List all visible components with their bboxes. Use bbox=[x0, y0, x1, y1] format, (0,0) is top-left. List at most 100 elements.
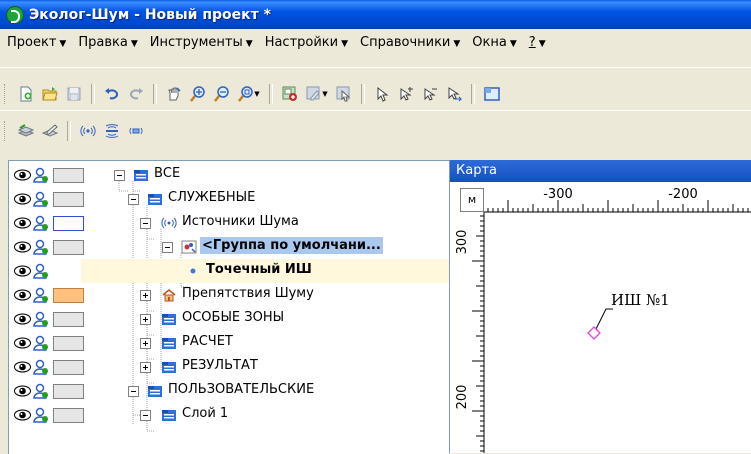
folder-icon bbox=[162, 314, 176, 325]
add-layer-button[interactable] bbox=[278, 83, 302, 105]
collapse-icon[interactable] bbox=[162, 241, 173, 253]
edit-access-icon[interactable] bbox=[33, 335, 49, 351]
properties-button[interactable] bbox=[332, 83, 356, 105]
menu-project[interactable]: Проект ▼ bbox=[0, 35, 71, 50]
edit-access-icon[interactable] bbox=[33, 359, 49, 375]
select-button[interactable] bbox=[370, 83, 394, 105]
menu-edit[interactable]: Правка ▼ bbox=[71, 35, 142, 50]
folder-icon bbox=[162, 362, 176, 373]
expand-icon[interactable] bbox=[140, 361, 151, 373]
toolbar-grip[interactable] bbox=[4, 121, 8, 141]
tree-row-special-zones[interactable]: ОСОБЫЕ ЗОНЫ bbox=[9, 307, 449, 331]
cursor-move-icon bbox=[448, 87, 462, 102]
expand-icon[interactable] bbox=[140, 337, 151, 349]
tree-row-service[interactable]: СЛУЖЕБНЫЕ bbox=[9, 187, 449, 211]
edit-access-icon[interactable] bbox=[33, 287, 49, 303]
menu-settings[interactable]: Настройки ▼ bbox=[258, 35, 353, 50]
expand-icon[interactable] bbox=[140, 289, 151, 301]
tree-row-user[interactable]: ПОЛЬЗОВАТЕЛЬСКИЕ bbox=[9, 379, 449, 403]
new-file-icon bbox=[20, 86, 32, 102]
save-button[interactable] bbox=[62, 83, 86, 105]
menu-help[interactable]: ? ▼ bbox=[522, 35, 551, 50]
noise-source-marker[interactable]: ИШ №1 bbox=[587, 291, 670, 340]
tree-row-result[interactable]: РЕЗУЛЬТАТ bbox=[9, 355, 449, 379]
visibility-eye-icon[interactable] bbox=[14, 265, 31, 277]
window-button[interactable] bbox=[480, 83, 504, 105]
zoom-dropdown-button[interactable]: ▼ bbox=[234, 83, 264, 105]
visibility-eye-icon[interactable] bbox=[14, 409, 31, 421]
tree-row-default-group[interactable]: <Группа по умолчани... bbox=[9, 235, 449, 259]
layers-tree-panel: ВСЕ СЛУЖЕБНЫЕ Источники Шума <Группа по умо… bbox=[8, 160, 449, 454]
open-folder-icon bbox=[42, 87, 58, 101]
menu-tools[interactable]: Инструменты ▼ bbox=[143, 35, 258, 50]
open-project-button[interactable] bbox=[38, 83, 62, 105]
edit-access-icon[interactable] bbox=[33, 407, 49, 423]
zoom-window-icon bbox=[238, 86, 254, 102]
pan-button[interactable] bbox=[162, 83, 186, 105]
edit-object-button[interactable]: ▼ bbox=[302, 83, 332, 105]
collapse-icon[interactable] bbox=[128, 385, 139, 397]
tree-row-obstacles[interactable]: Препятствия Шуму bbox=[9, 283, 449, 307]
visibility-eye-icon[interactable] bbox=[14, 313, 31, 325]
tree-row-all[interactable]: ВСЕ bbox=[9, 163, 449, 187]
layer-color-swatch[interactable] bbox=[53, 167, 84, 183]
map-canvas[interactable]: -300 -200 300 200 ИШ №1 bbox=[450, 182, 751, 453]
collapse-icon[interactable] bbox=[140, 217, 151, 229]
visibility-eye-icon[interactable] bbox=[14, 193, 31, 205]
layer-color-swatch[interactable] bbox=[53, 335, 84, 351]
visibility-eye-icon[interactable] bbox=[14, 241, 31, 253]
cursor-add-icon bbox=[400, 87, 413, 101]
expand-icon[interactable] bbox=[140, 313, 151, 325]
tree-row-layer-1[interactable]: Слой 1 bbox=[9, 403, 449, 427]
layers-stack-icon bbox=[18, 124, 34, 137]
new-project-button[interactable] bbox=[14, 83, 38, 105]
edit-access-icon[interactable] bbox=[33, 191, 49, 207]
redo-button[interactable] bbox=[124, 83, 148, 105]
edit-access-icon[interactable] bbox=[33, 383, 49, 399]
layers-stack-button[interactable] bbox=[14, 120, 38, 142]
add-point-button[interactable] bbox=[394, 83, 418, 105]
layer-color-swatch[interactable] bbox=[53, 359, 84, 375]
visibility-eye-icon[interactable] bbox=[14, 217, 31, 229]
hand-pan-icon bbox=[168, 87, 181, 101]
menu-bar: Проект ▼ Правка ▼ Инструменты ▼ Настройки ▼ … bbox=[0, 29, 751, 55]
edit-access-icon[interactable] bbox=[33, 167, 49, 183]
layer-color-swatch[interactable] bbox=[53, 287, 84, 303]
collapse-icon[interactable] bbox=[140, 409, 151, 421]
edit-access-icon[interactable] bbox=[33, 311, 49, 327]
layer-edit-button[interactable] bbox=[38, 120, 62, 142]
zoom-out-button[interactable] bbox=[210, 83, 234, 105]
tree-row-noise-sources[interactable]: Источники Шума bbox=[9, 211, 449, 235]
visibility-eye-icon[interactable] bbox=[14, 337, 31, 349]
tree-row-point-source[interactable]: Точечный ИШ bbox=[9, 259, 449, 283]
layer-color-swatch[interactable] bbox=[53, 311, 84, 327]
noise-line-button[interactable] bbox=[100, 120, 124, 142]
menu-references[interactable]: Справочники ▼ bbox=[353, 35, 465, 50]
edit-access-icon[interactable] bbox=[33, 215, 49, 231]
layer-color-swatch[interactable] bbox=[53, 191, 84, 207]
move-point-button[interactable] bbox=[442, 83, 466, 105]
layer-color-swatch[interactable] bbox=[53, 407, 84, 423]
layer-color-swatch[interactable] bbox=[53, 215, 84, 231]
noise-source-button[interactable] bbox=[76, 120, 100, 142]
undo-button[interactable] bbox=[100, 83, 124, 105]
edit-access-icon[interactable] bbox=[33, 239, 49, 255]
edit-access-icon[interactable] bbox=[33, 263, 49, 279]
collapse-icon[interactable] bbox=[114, 169, 125, 181]
noise-source-icon bbox=[161, 217, 177, 229]
visibility-eye-icon[interactable] bbox=[14, 385, 31, 397]
visibility-eye-icon[interactable] bbox=[14, 169, 31, 181]
menu-windows[interactable]: Окна ▼ bbox=[465, 35, 521, 50]
layer-color-swatch[interactable] bbox=[53, 239, 84, 255]
zoom-in-button[interactable] bbox=[186, 83, 210, 105]
remove-point-button[interactable] bbox=[418, 83, 442, 105]
collapse-icon[interactable] bbox=[128, 193, 139, 205]
toolbar-grip[interactable] bbox=[4, 84, 8, 104]
tree-item-label: РЕЗУЛЬТАТ bbox=[182, 358, 258, 373]
visibility-eye-icon[interactable] bbox=[14, 289, 31, 301]
layer-color-swatch[interactable] bbox=[53, 383, 84, 399]
noise-area-button[interactable] bbox=[124, 120, 148, 142]
folder-icon bbox=[162, 410, 176, 421]
visibility-eye-icon[interactable] bbox=[14, 361, 31, 373]
tree-row-calculation[interactable]: РАСЧЕТ bbox=[9, 331, 449, 355]
